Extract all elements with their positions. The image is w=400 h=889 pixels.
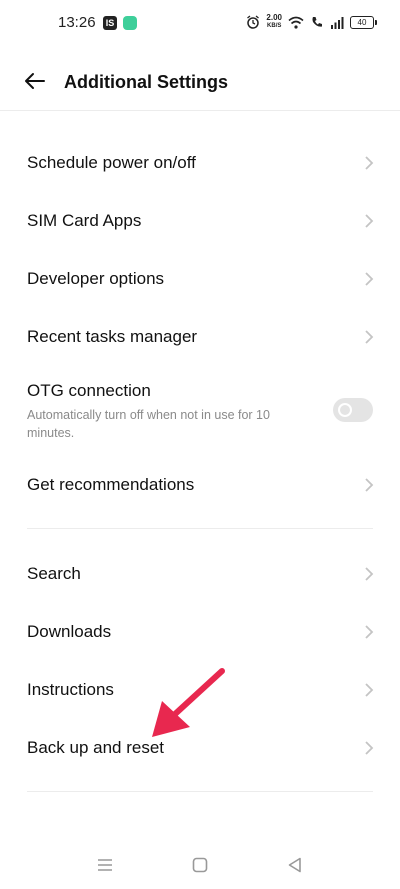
network-speed-value: 2.00	[266, 13, 282, 22]
annotation-arrow-icon	[152, 668, 225, 737]
settings-item-label: Get recommendations	[27, 475, 195, 494]
chevron-right-icon	[365, 272, 374, 286]
settings-item-label: Schedule power on/off	[27, 153, 196, 172]
back-arrow-icon[interactable]	[22, 68, 48, 94]
battery-icon: 40	[350, 15, 377, 29]
settings-item-label: Search	[27, 564, 81, 583]
status-right-icons: 2.00 KB/S 40	[246, 14, 377, 30]
settings-item-label: Downloads	[27, 622, 112, 641]
network-speed: 2.00 KB/S	[266, 14, 282, 30]
settings-item-label: Recent tasks manager	[27, 327, 198, 346]
section-divider	[27, 791, 373, 792]
system-nav-bar	[0, 845, 400, 885]
settings-item-downloads[interactable]: Downloads	[0, 604, 400, 660]
chevron-right-icon	[365, 567, 374, 581]
settings-item-otg-connection: OTG connection Automatically turn off wh…	[0, 370, 400, 448]
volte-call-icon	[312, 17, 322, 27]
signal-icon	[331, 16, 344, 29]
network-speed-unit: KB/S	[267, 23, 282, 29]
status-bar: 13:26 IS 2.00 KB/S 40	[0, 0, 400, 52]
otg-label: OTG connection	[27, 381, 151, 400]
settings-item-get-recommendations[interactable]: Get recommendations	[0, 457, 400, 513]
notification-badge-icon: IS	[103, 16, 117, 30]
chevron-right-icon	[365, 625, 374, 639]
chevron-right-icon	[365, 214, 374, 228]
otg-description: Automatically turn off when not in use f…	[27, 408, 270, 440]
settings-item-label: Developer options	[27, 269, 165, 288]
wifi-icon	[288, 16, 304, 29]
otg-toggle[interactable]	[333, 398, 373, 422]
chevron-right-icon	[365, 683, 374, 697]
chevron-right-icon	[365, 330, 374, 344]
settings-item-schedule-power[interactable]: Schedule power on/off	[0, 135, 400, 191]
status-time: 13:26	[58, 14, 96, 31]
chevron-right-icon	[365, 741, 374, 755]
settings-item-recent-tasks-manager[interactable]: Recent tasks manager	[0, 309, 400, 365]
back-triangle-icon[interactable]	[285, 855, 305, 875]
page-title: Additional Settings	[64, 72, 228, 92]
alarm-icon	[247, 15, 260, 29]
section-divider	[27, 528, 373, 529]
chevron-right-icon	[365, 156, 374, 170]
settings-item-sim-card-apps[interactable]: SIM Card Apps	[0, 193, 400, 249]
home-square-icon[interactable]	[190, 855, 210, 875]
settings-item-search[interactable]: Search	[0, 546, 400, 602]
settings-item-label: SIM Card Apps	[27, 211, 142, 230]
toggle-knob	[338, 403, 352, 417]
app-notification-icon	[123, 16, 137, 30]
menu-icon[interactable]	[95, 855, 115, 875]
settings-item-developer-options[interactable]: Developer options	[0, 251, 400, 307]
notification-icons: IS	[103, 16, 137, 30]
chevron-right-icon	[365, 478, 374, 492]
settings-item-label: Instructions	[27, 680, 114, 699]
app-header: Additional Settings	[0, 52, 400, 111]
